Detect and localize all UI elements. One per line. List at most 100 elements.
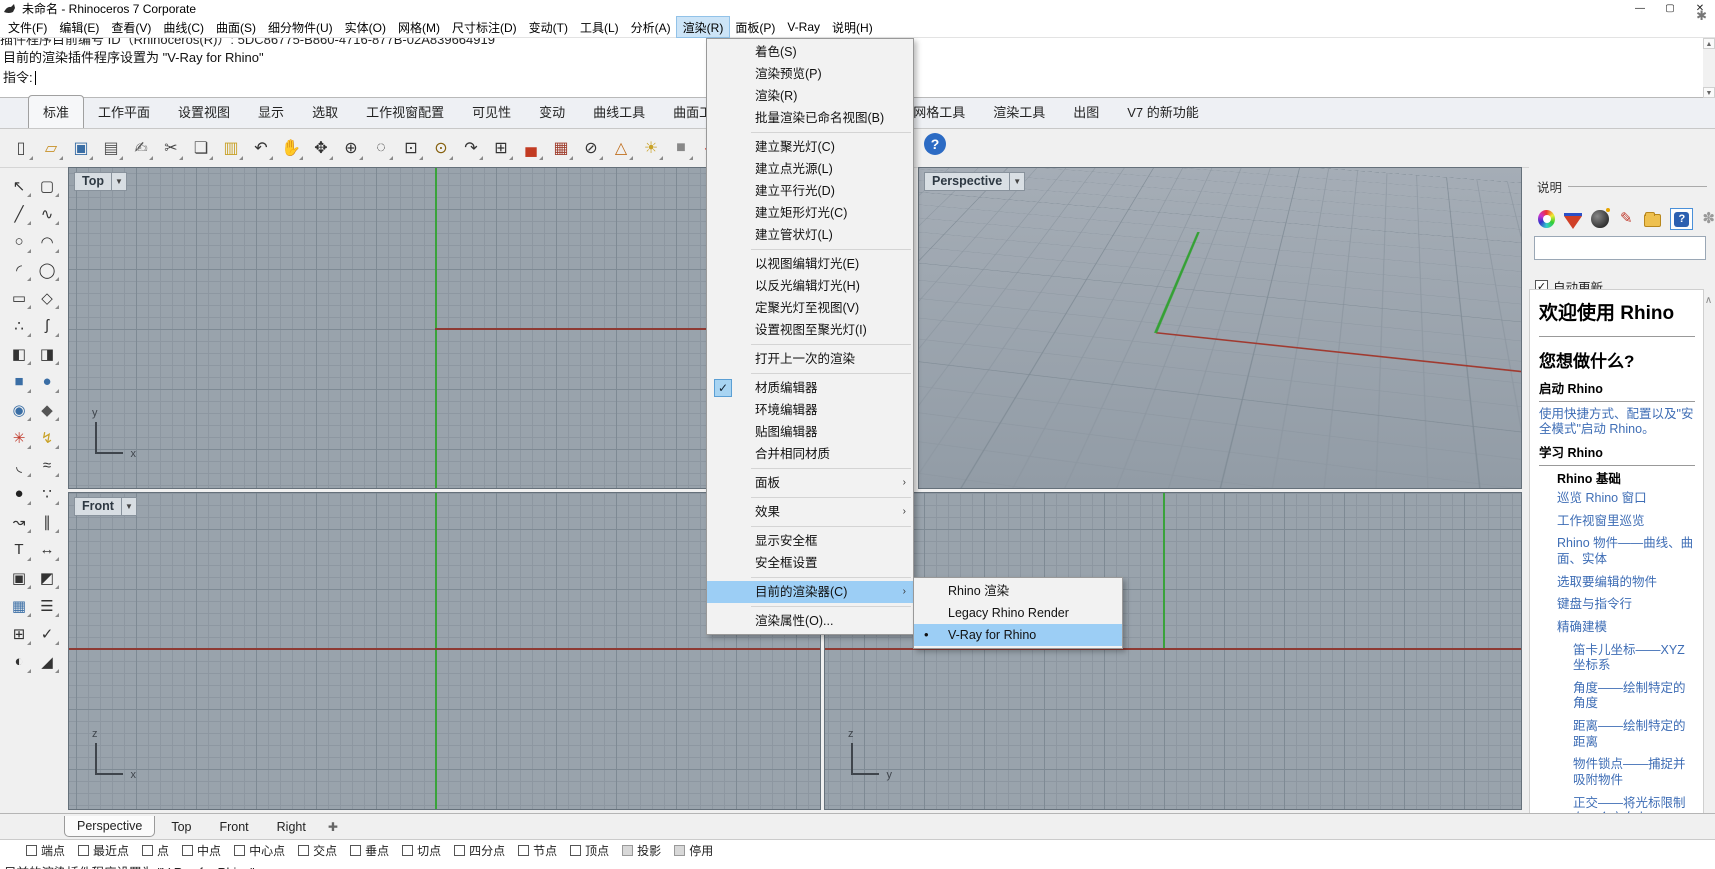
osnap-option[interactable]: 投影 (622, 842, 661, 859)
osnap-option[interactable]: 垂点 (350, 842, 389, 859)
menu-item[interactable]: 着色(S) (707, 41, 913, 63)
toolbar-tab[interactable]: 可见性 (458, 96, 525, 128)
tool-icon[interactable]: ▢ (34, 172, 60, 199)
tool-icon[interactable]: ● (34, 368, 60, 395)
menu-item[interactable] (751, 497, 911, 498)
viewport-title-perspective[interactable]: Perspective ▼ (924, 172, 1025, 191)
menu-item[interactable]: 渲染预览(P) (707, 63, 913, 85)
maximize-button[interactable]: ▢ (1655, 0, 1685, 17)
chevron-down-icon[interactable]: ▼ (112, 172, 127, 191)
tool-icon[interactable]: ↔ (34, 536, 60, 563)
osnap-option[interactable]: 顶点 (570, 842, 609, 859)
toolbar-tab[interactable]: 曲线工具 (579, 96, 659, 128)
tool-icon[interactable]: ↯ (34, 424, 60, 451)
scroll-up-icon[interactable]: ▲ (1703, 38, 1715, 49)
toolbar-icon[interactable]: ▄ (518, 135, 544, 161)
osnap-option[interactable]: 停用 (674, 842, 713, 859)
toolbar-icon[interactable]: ▦ (548, 135, 574, 161)
welcome-text[interactable]: 工作视窗里巡览 (1557, 514, 1695, 530)
menu-item[interactable]: 建立管状灯(L) (707, 224, 913, 246)
tool-icon[interactable]: ◆ (34, 396, 60, 423)
checkbox-unchecked[interactable] (622, 845, 633, 856)
toolbar-icon[interactable]: ▯ (8, 135, 34, 161)
toolbar-icon[interactable]: △ (608, 135, 634, 161)
toolbar-icon[interactable]: ⊞ (488, 135, 514, 161)
toolbar-icon[interactable]: ✂ (158, 135, 184, 161)
panel-scrollbar[interactable]: ∧ ∨ (1703, 289, 1714, 832)
menu-bar-item[interactable]: 说明(H) (826, 17, 879, 37)
tool-icon[interactable]: ◜ (6, 256, 32, 283)
menu-item[interactable] (751, 606, 911, 607)
tool-icon[interactable]: ◉ (6, 396, 32, 423)
toolbar-tab[interactable]: 出图 (1059, 96, 1113, 128)
welcome-text[interactable]: 启动 Rhino (1539, 382, 1695, 402)
osnap-option[interactable]: 中点 (182, 842, 221, 859)
menu-item[interactable]: 设置视图至聚光灯(I) (707, 319, 913, 341)
menu-bar-item[interactable]: 文件(F) (2, 17, 53, 37)
tool-icon[interactable]: ◩ (34, 564, 60, 591)
viewport-title-front[interactable]: Front ▼ (74, 497, 137, 516)
welcome-text[interactable]: 您想做什么? (1539, 351, 1695, 372)
toolbar-icon[interactable]: ▣ (68, 135, 94, 161)
tool-icon[interactable]: ↝ (6, 508, 32, 535)
material-icon[interactable] (1564, 213, 1582, 231)
checkbox-unchecked[interactable] (298, 845, 309, 856)
osnap-option[interactable]: 点 (142, 842, 169, 859)
menu-item[interactable]: 安全框设置 (707, 552, 913, 574)
menu-item[interactable]: 建立平行光(D) (707, 180, 913, 202)
command-scrollbar[interactable]: ▲ ▼ (1703, 38, 1715, 98)
menu-item[interactable] (751, 132, 911, 133)
tool-icon[interactable]: ■ (6, 368, 32, 395)
menu-item[interactable]: 建立矩形灯光(C) (707, 202, 913, 224)
menu-item[interactable]: 显示安全框 (707, 530, 913, 552)
scroll-down-icon[interactable]: ▼ (1703, 87, 1715, 98)
checkbox-unchecked[interactable] (182, 845, 193, 856)
menu-item[interactable]: 打开上一次的渲染 (707, 348, 913, 370)
toolbar-icon[interactable]: ↷ (458, 135, 484, 161)
welcome-text[interactable]: 学习 Rhino (1539, 446, 1695, 466)
toolbar-icon[interactable]: ✥ (308, 135, 334, 161)
toolbar-icon[interactable]: ■ (668, 135, 694, 161)
toolbar-tab[interactable]: 设置视图 (164, 96, 244, 128)
gear-icon[interactable]: ✽ (1702, 210, 1715, 228)
tool-icon[interactable]: ▦ (6, 592, 32, 619)
text-caret[interactable] (35, 71, 36, 85)
menu-item[interactable] (751, 249, 911, 250)
tool-icon[interactable]: ≈ (34, 452, 60, 479)
tool-icon[interactable]: ∵ (34, 480, 60, 507)
toolbar-icon[interactable]: ↶ (248, 135, 274, 161)
welcome-text[interactable]: 距离——绘制特定的距离 (1573, 719, 1695, 750)
viewport-tab[interactable]: Top (159, 817, 203, 837)
pencil-icon[interactable]: ✎ (1618, 210, 1635, 228)
scroll-up-icon[interactable]: ∧ (1705, 295, 1712, 306)
menu-bar-item[interactable]: 实体(O) (339, 17, 392, 37)
tool-icon[interactable]: T (6, 536, 32, 563)
osnap-option[interactable]: 四分点 (454, 842, 505, 859)
menu-bar-item[interactable]: 查看(V) (105, 17, 157, 37)
welcome-text[interactable]: 选取要编辑的物件 (1557, 575, 1695, 591)
toolbar-tab[interactable]: 显示 (244, 96, 298, 128)
menu-bar-item[interactable]: 编辑(E) (53, 17, 105, 37)
bomb-icon[interactable] (1591, 210, 1608, 228)
help-icon[interactable]: ? (924, 133, 946, 155)
welcome-text[interactable]: 笛卡儿坐标——XYZ坐标系 (1573, 643, 1695, 674)
tool-icon[interactable]: ✳ (6, 424, 32, 451)
tool-icon[interactable]: ʃ (34, 312, 60, 339)
menu-bar-item[interactable]: 面板(P) (729, 17, 781, 37)
toolbar-icon[interactable]: ✋ (278, 135, 304, 161)
welcome-text[interactable]: Rhino 物件——曲线、曲面、实体 (1557, 536, 1695, 567)
menu-item[interactable]: 环境编辑器 (707, 399, 913, 421)
folder-icon[interactable] (1644, 214, 1661, 227)
menu-item[interactable] (751, 577, 911, 578)
viewport-title-top[interactable]: Top ▼ (74, 172, 127, 191)
welcome-text[interactable]: 精确建模 (1557, 620, 1695, 636)
tool-icon[interactable]: ◧ (6, 340, 32, 367)
checkbox-unchecked[interactable] (234, 845, 245, 856)
toolbar-icon[interactable]: ◌ (368, 135, 394, 161)
menu-item[interactable]: 合并相同材质 (707, 443, 913, 465)
menu-item[interactable]: 批量渲染已命名视图(B) (707, 107, 913, 129)
chevron-down-icon[interactable]: ▼ (1010, 172, 1025, 191)
tool-icon[interactable]: ◯ (34, 256, 60, 283)
tool-icon[interactable]: ◟ (6, 452, 32, 479)
menu-bar-item[interactable]: 尺寸标注(D) (446, 17, 523, 37)
